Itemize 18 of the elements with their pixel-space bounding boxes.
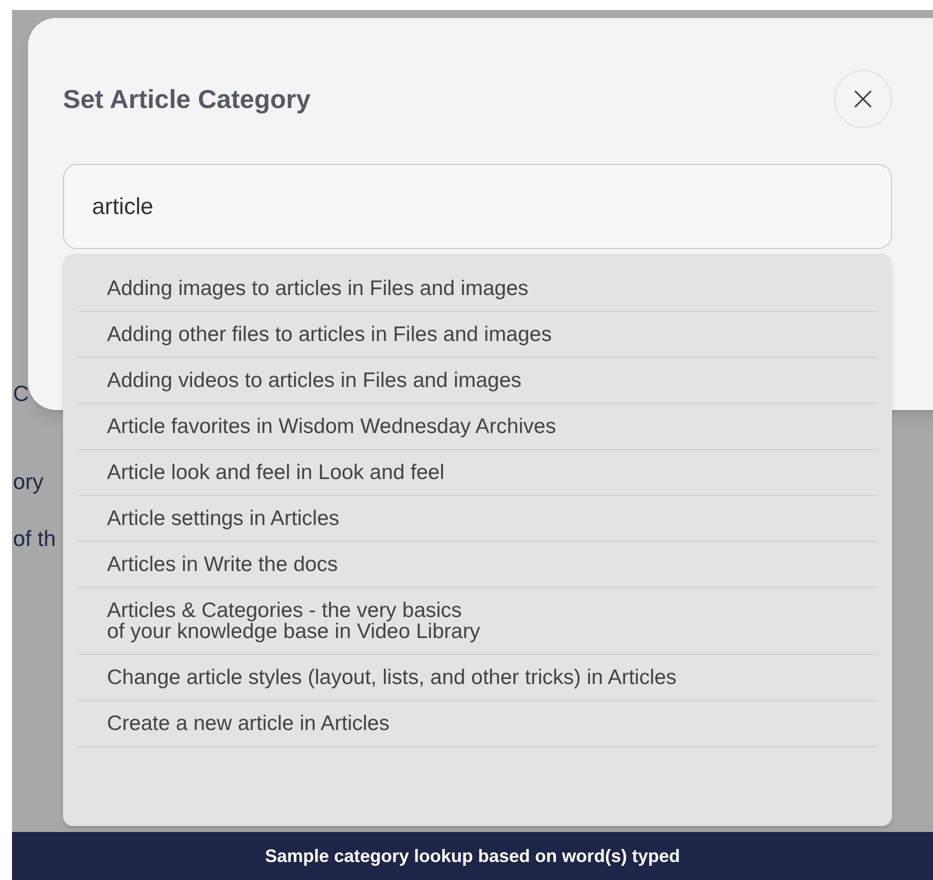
close-button[interactable] [834,70,892,128]
background-text: C [13,380,29,408]
result-item[interactable]: Adding images to articles in Files and images [77,266,878,312]
result-item[interactable]: Adding other files to articles in Files and images [77,312,878,358]
result-item[interactable]: Articles in Write the docs [77,542,878,588]
close-icon [854,90,872,108]
dialog-title: Set Article Category [63,82,311,116]
result-item[interactable]: Adding videos to articles in Files and images [77,358,878,404]
result-item[interactable]: Change article styles (layout, lists, and other tricks) in Articles [77,655,878,701]
result-item[interactable]: Article favorites in Wisdom Wednesday Archives [77,404,878,450]
result-item[interactable]: Articles & Categories - the very basics of your knowledge base in Video Library [77,588,878,655]
result-item[interactable]: Create a new article in Articles [77,701,878,747]
result-item[interactable]: Article look and feel in Look and feel [77,450,878,496]
caption: Sample category lookup based on word(s) typed [264,844,680,868]
background-text: ory [13,468,44,496]
background-text: of th [13,525,56,553]
search-field[interactable]: article [63,164,892,249]
result-item[interactable]: Article settings in Articles [77,496,878,542]
